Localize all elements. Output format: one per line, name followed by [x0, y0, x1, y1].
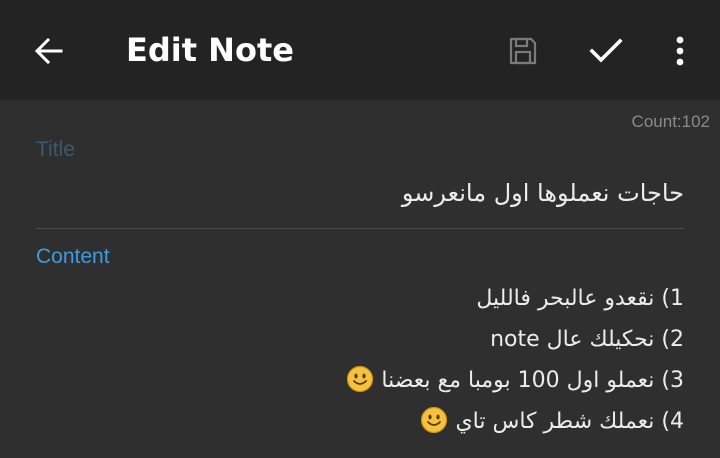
content-line: 2) نحكيلك عال note [44, 321, 684, 362]
save-button[interactable] [498, 26, 548, 76]
more-vert-icon [676, 36, 684, 66]
back-button[interactable] [24, 26, 74, 76]
content-label: Content [36, 245, 110, 268]
app-toolbar: Edit Note [0, 0, 720, 100]
content-line: 1) نقعدو عالبحر فالليل [44, 280, 684, 321]
content-line-text: 3) نعملو اول 100 بومبا مع بعضنا [381, 368, 684, 393]
more-options-button[interactable] [660, 26, 700, 76]
title-divider [36, 228, 684, 229]
title-input[interactable]: حاجات نعملوها اول مانعرسو [44, 172, 684, 214]
confirm-button[interactable] [580, 26, 632, 76]
save-disk-icon [509, 37, 537, 65]
page-title: Edit Note [126, 31, 294, 69]
content-line-text: 2) نحكيلك عال note [490, 327, 684, 352]
title-label: Title [36, 138, 75, 161]
content-input[interactable]: 1) نقعدو عالبحر فالليل 2) نحكيلك عال not… [44, 280, 684, 444]
smiling-face-icon [347, 365, 374, 393]
content-line: 3) نعملو اول 100 بومبا مع بعضنا [44, 362, 684, 403]
arrow-back-icon [34, 37, 63, 65]
check-icon [589, 38, 623, 63]
smiling-face-icon [421, 406, 448, 434]
content-line-text: 4) نعملك شطر كاس تاي [455, 409, 684, 434]
content-line-text: 1) نقعدو عالبحر فالليل [476, 286, 684, 311]
content-line: 4) نعملك شطر كاس تاي [44, 403, 684, 444]
character-count: Count:102 [631, 112, 710, 131]
